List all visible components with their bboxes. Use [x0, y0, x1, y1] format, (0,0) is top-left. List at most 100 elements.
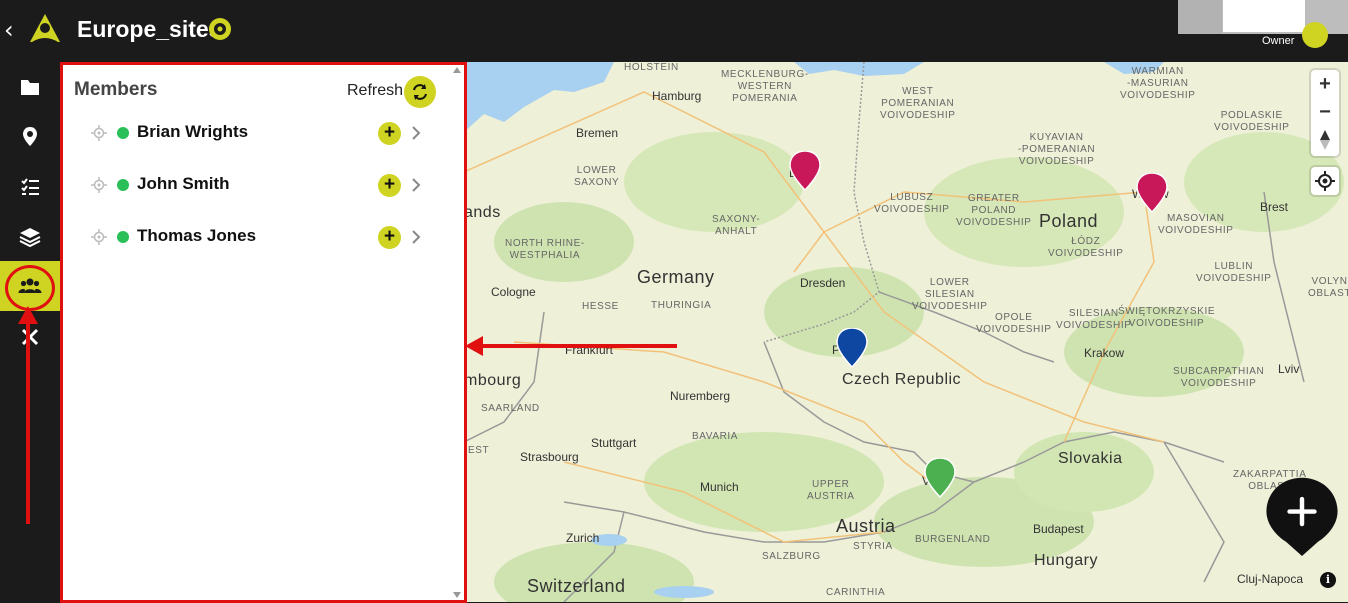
scrollbar[interactable]: [451, 65, 464, 600]
map-label-region: NORTH RHINE- WESTPHALIA: [505, 238, 585, 261]
target-icon[interactable]: [91, 125, 107, 141]
map-label-country: ands: [464, 204, 501, 221]
map-label-city: Brest: [1260, 200, 1289, 214]
member-name: John Smith: [137, 174, 230, 193]
location-pin-icon[interactable]: [17, 124, 43, 150]
map-label-region: WARMIAN -MASURIAN VOIVODESHIP: [1120, 66, 1196, 101]
map-label-country: Hungary: [1034, 552, 1098, 569]
map-label-region: UPPER AUSTRIA: [807, 479, 855, 502]
map-label-city: Munich: [700, 480, 739, 494]
zoom-out-button[interactable]: −: [1311, 98, 1339, 126]
map-label-country: Poland: [1039, 211, 1099, 231]
avatar[interactable]: [1302, 22, 1328, 48]
add-button[interactable]: +: [378, 174, 401, 197]
owner-label: Owner: [1262, 35, 1295, 47]
compass-button[interactable]: [1311, 126, 1339, 154]
map-label-region: CARINTHIA: [826, 587, 886, 598]
scroll-down-arrow-icon[interactable]: [453, 592, 461, 598]
map-label-region: SAXONY- ANHALT: [712, 214, 761, 237]
back-button[interactable]: ‹: [4, 16, 14, 44]
map-label-region: HOLSTEIN: [624, 62, 679, 73]
member-name: Thomas Jones: [137, 226, 257, 245]
map-pin-blue[interactable]: [836, 328, 868, 368]
map-label-country: Switzerland: [527, 576, 626, 596]
map-view[interactable]: Germany Poland Czech Republic Austria Sw…: [464, 62, 1348, 602]
checklist-icon[interactable]: [17, 174, 43, 200]
refresh-icon: [413, 84, 427, 100]
map-pin-magenta[interactable]: [1136, 173, 1168, 213]
map-label-region: LOWER SAXONY: [574, 165, 620, 188]
map-label-region: THURINGIA: [651, 300, 712, 311]
annotation-arrow-left-head: [465, 336, 483, 356]
members-panel: Members Refresh Brian Wrights + John Smi…: [60, 62, 467, 603]
member-name: Brian Wrights: [137, 122, 249, 141]
map-label-country: Austria: [836, 516, 896, 536]
list-item[interactable]: Thomas Jones +: [87, 219, 427, 255]
crosshair-icon: [1315, 171, 1335, 191]
chevron-right-icon[interactable]: [409, 228, 423, 246]
map-label-country: mbourg: [464, 372, 522, 389]
target-icon[interactable]: [91, 229, 107, 245]
chevron-right-icon[interactable]: [409, 176, 423, 194]
map-label-city: Budapest: [1033, 522, 1084, 536]
map-label-region: SUBCARPATHIAN VOIVODESHIP: [1173, 366, 1265, 389]
scroll-up-arrow-icon[interactable]: [453, 67, 461, 73]
add-button[interactable]: +: [378, 226, 401, 249]
map-background: [464, 62, 1348, 602]
map-label-country: Czech Republic: [842, 371, 962, 388]
status-online-dot: [117, 127, 129, 139]
map-pin-magenta[interactable]: [789, 151, 821, 191]
map-label-region: PODLASKIE VOIVODESHIP: [1214, 110, 1290, 133]
map-label-city: Krakow: [1084, 346, 1125, 360]
list-item[interactable]: Brian Wrights +: [87, 115, 427, 151]
map-label-region: BURGENLAND: [915, 534, 991, 545]
list-item[interactable]: John Smith +: [87, 167, 427, 203]
map-label-city: Bremen: [576, 126, 619, 140]
map-label-region: WEST POMERANIAN VOIVODESHIP: [880, 86, 956, 121]
gear-icon[interactable]: [208, 17, 232, 41]
tools-icon[interactable]: [17, 324, 43, 350]
map-label-city: Strasbourg: [520, 450, 579, 464]
map-label-region: LUBUSZ VOIVODESHIP: [874, 192, 950, 215]
page-title: Europe_sites: [77, 16, 222, 42]
zoom-in-button[interactable]: +: [1311, 70, 1339, 98]
annotation-arrow-up-head: [18, 306, 38, 324]
map-label-region: SALZBURG: [762, 551, 821, 562]
map-label-region: MASOVIAN VOIVODESHIP: [1158, 213, 1234, 236]
folder-icon[interactable]: [17, 74, 43, 100]
annotation-arrow-left: [482, 344, 677, 348]
map-label-region: KUYAVIAN -POMERANIAN VOIVODESHIP: [1018, 132, 1096, 167]
map-label-region: HESSE: [582, 301, 619, 312]
map-label-region: EST: [468, 445, 490, 456]
map-label-region: STYRIA: [853, 541, 893, 552]
add-button[interactable]: +: [378, 122, 401, 145]
refresh-label: Refresh: [347, 82, 404, 99]
zoom-controls: + −: [1311, 70, 1339, 156]
map-label-city: Cologne: [491, 285, 536, 299]
chevron-right-icon[interactable]: [409, 124, 423, 142]
annotation-arrow-up: [26, 312, 30, 524]
members-icon[interactable]: [17, 273, 43, 299]
map-label-region: GREATER POLAND VOIVODESHIP: [956, 193, 1032, 228]
compass-icon: [1320, 130, 1330, 150]
info-icon[interactable]: i: [1320, 572, 1336, 588]
map-label-city: Cluj-Napoca: [1237, 572, 1304, 586]
map-label-city: Nuremberg: [670, 389, 731, 403]
status-online-dot: [117, 179, 129, 191]
map-label-city: Lviv: [1278, 362, 1300, 376]
add-site-button[interactable]: [1262, 476, 1342, 556]
top-bar: ‹ Europe_sites Owner: [0, 0, 1348, 62]
map-label-country: Germany: [637, 267, 715, 287]
map-label-city: Hamburg: [652, 89, 702, 103]
map-label-city: Dresden: [800, 276, 846, 290]
map-label-region: MECKLENBURG- WESTERN POMERANIA: [721, 69, 809, 104]
map-label-country: Slovakia: [1058, 450, 1123, 467]
layers-icon[interactable]: [17, 224, 43, 250]
target-icon[interactable]: [91, 177, 107, 193]
map-pin-green[interactable]: [924, 458, 956, 498]
map-label-city: Zurich: [566, 531, 600, 545]
refresh-button[interactable]: [404, 76, 436, 108]
locate-button[interactable]: [1311, 167, 1339, 195]
status-online-dot: [117, 231, 129, 243]
map-label-region: LUBLIN VOIVODESHIP: [1196, 261, 1272, 284]
